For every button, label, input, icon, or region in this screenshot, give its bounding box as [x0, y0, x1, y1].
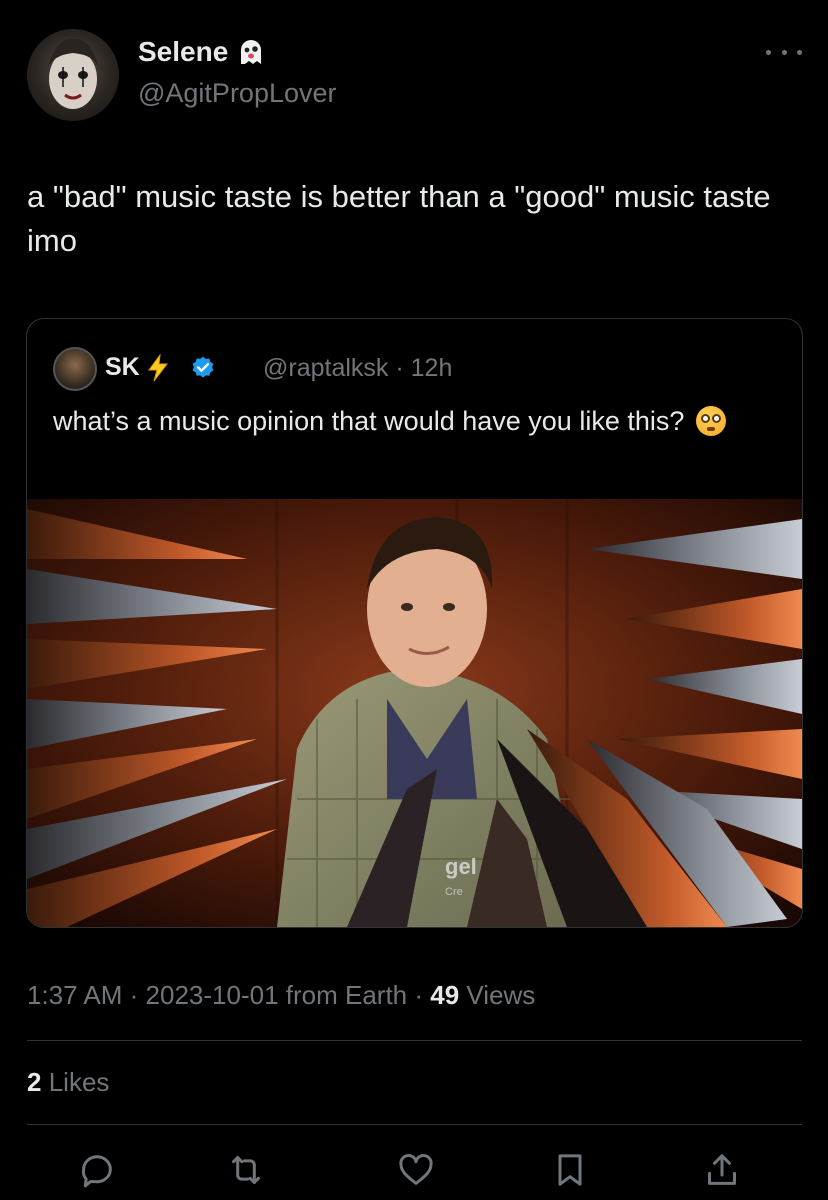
image-watermark-credit: Cre — [445, 886, 463, 898]
quoted-image[interactable]: gel Cre — [27, 499, 802, 927]
tweet-meta: 1:37 AM · 2023-10-01 from Earth · 49 Vie… — [27, 980, 535, 1011]
author-handle[interactable]: @AgitPropLover — [138, 78, 337, 109]
verified-badge-icon — [192, 356, 214, 378]
quoted-author-name: SK — [105, 353, 140, 381]
quoted-handle: @raptalksk — [263, 354, 389, 382]
bookmark-icon[interactable] — [548, 1148, 592, 1192]
divider — [27, 1124, 802, 1125]
tweet-date[interactable]: 2023-10-01 — [146, 980, 279, 1010]
divider — [27, 1040, 802, 1041]
quoted-name-row: SK — [105, 353, 216, 382]
likes-label: Likes — [48, 1067, 110, 1097]
quoted-text: what’s a music opinion that would have y… — [53, 406, 685, 436]
quoted-tweet[interactable]: SK @raptalksk · 12h what’s a music opini… — [26, 318, 803, 928]
quoted-author-avatar — [53, 347, 97, 391]
tweet-source: from Earth — [285, 980, 408, 1010]
image-watermark: gel — [445, 854, 477, 879]
action-bar — [0, 1148, 828, 1192]
ghost-emoji-icon — [236, 37, 266, 67]
like-icon[interactable] — [394, 1148, 438, 1192]
author-avatar[interactable] — [27, 29, 119, 121]
reply-icon[interactable] — [75, 1148, 119, 1192]
flushed-face-emoji-icon — [695, 406, 726, 436]
views-count: 49 — [430, 980, 460, 1010]
tweet-text: a "bad" music taste is better than a "go… — [27, 179, 771, 258]
views-label: Views — [466, 980, 536, 1010]
dot-separator: · — [129, 980, 146, 1010]
lightning-emoji-icon — [147, 353, 168, 381]
quoted-handle-time: @raptalksk · 12h — [263, 354, 452, 383]
share-icon[interactable] — [700, 1148, 744, 1192]
retweet-icon[interactable] — [224, 1148, 268, 1192]
quoted-time: 12h — [410, 354, 453, 382]
likes-stat[interactable]: 2 Likes — [27, 1067, 109, 1098]
dot-separator: · — [395, 354, 411, 382]
more-icon[interactable] — [766, 42, 802, 62]
tweet-time[interactable]: 1:37 AM — [27, 980, 122, 1010]
quoted-text-block: what’s a music opinion that would have y… — [53, 403, 783, 439]
dot-separator: · — [414, 980, 431, 1010]
likes-count: 2 — [27, 1067, 42, 1097]
author-name[interactable]: Selene — [138, 36, 228, 68]
author-name-row[interactable]: Selene — [138, 36, 266, 68]
